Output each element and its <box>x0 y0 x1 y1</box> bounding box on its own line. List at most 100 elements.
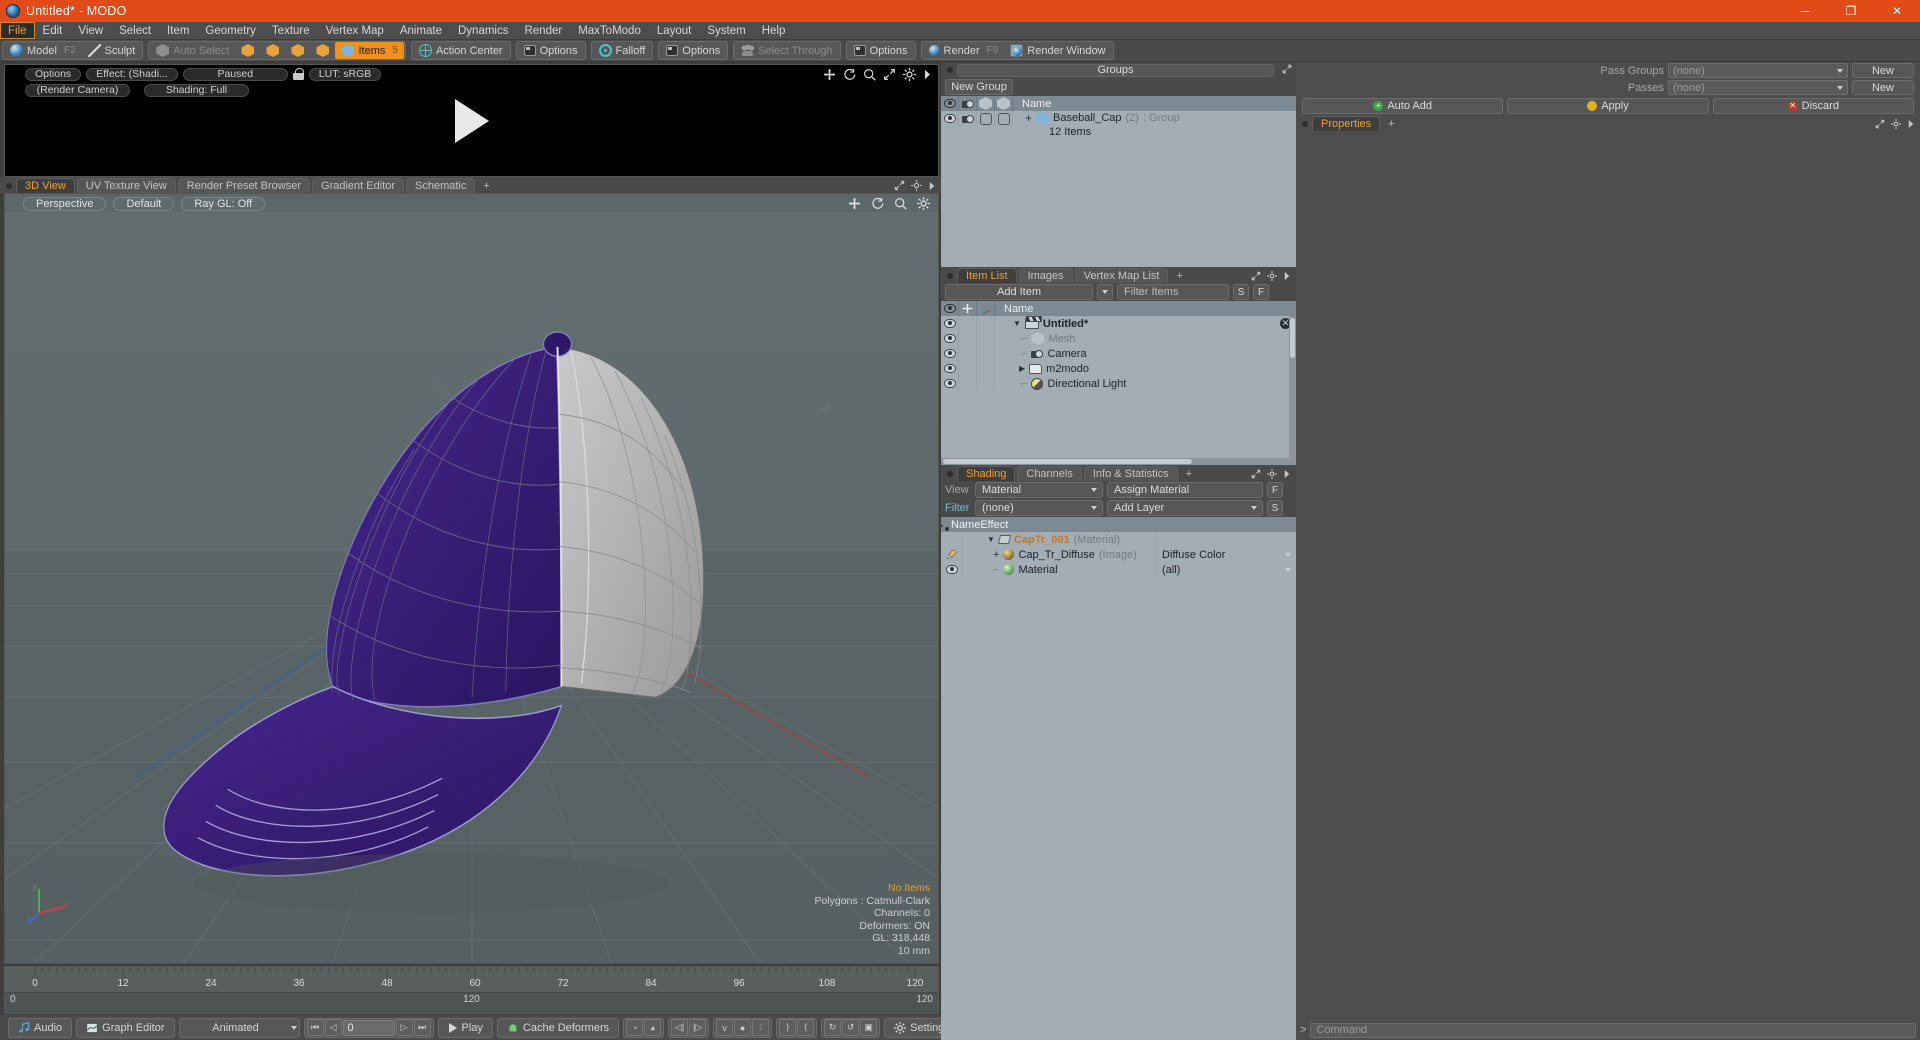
fit-icon[interactable] <box>883 68 896 81</box>
render-button[interactable]: Render F9 <box>923 42 1005 59</box>
row-visibility-toggle[interactable] <box>941 331 959 346</box>
menu-maxtomodo[interactable]: MaxToModo <box>570 22 649 39</box>
tab-uv-texture-view[interactable]: UV Texture View <box>76 178 176 193</box>
properties-chevron-icon[interactable] <box>1907 119 1915 129</box>
row-axis-cell[interactable] <box>977 346 995 361</box>
tab-add-button[interactable]: + <box>477 178 495 193</box>
lock-icon[interactable] <box>292 68 304 80</box>
item-key-icon[interactable]: ● <box>734 1019 752 1036</box>
menu-texture[interactable]: Texture <box>264 22 318 39</box>
item-list-hscrollbar[interactable] <box>941 458 1296 465</box>
groups-col-visibility[interactable] <box>941 96 959 111</box>
maximize-icon[interactable]: ❐ <box>1828 0 1874 22</box>
shading-f-button[interactable]: F <box>1267 482 1283 498</box>
filter-items-input[interactable]: Filter Items <box>1117 284 1229 300</box>
discard-button[interactable]: ✕ Discard <box>1712 97 1914 114</box>
menu-render[interactable]: Render <box>516 22 570 39</box>
new-pass-button[interactable]: New <box>1852 80 1914 95</box>
row-lock-cell[interactable] <box>959 316 977 331</box>
viewport-preset-button[interactable]: Default <box>113 197 175 211</box>
shading-add-tab[interactable]: + <box>1180 466 1198 481</box>
render-camera-button[interactable]: (Render Camera) <box>25 83 130 97</box>
sculpt-mode-button[interactable]: Sculpt <box>82 42 142 59</box>
row-vis-cell[interactable] <box>941 562 963 577</box>
key-next-icon[interactable]: |▷ <box>689 1019 707 1036</box>
cache-deformers-button[interactable]: Cache Deformers <box>500 1019 616 1037</box>
item-list-maximize-icon[interactable] <box>1251 271 1261 281</box>
graph-editor-button[interactable]: Graph Editor <box>79 1019 171 1037</box>
item-list-body[interactable]: ▼ Untitled* ✕ ⌐ Mesh ⌐ Camera ▶ m2modo ⌐… <box>941 316 1296 458</box>
fk-icon[interactable]: ◕ <box>644 1019 662 1036</box>
items-mode-button[interactable]: Items 5 <box>335 42 404 59</box>
row-expand-icon[interactable]: + <box>993 549 999 561</box>
table-row[interactable]: ▼ Untitled* ✕ <box>941 316 1296 331</box>
groups-col-render[interactable] <box>959 96 977 111</box>
row-lock-cell[interactable] <box>959 361 977 376</box>
tab-item-list[interactable]: Item List <box>957 268 1017 283</box>
row-collapse-icon[interactable]: ▼ <box>987 535 995 544</box>
tabbar-dot-icon[interactable] <box>6 183 12 189</box>
menu-select[interactable]: Select <box>111 22 159 39</box>
row-lock-cell[interactable] <box>959 346 977 361</box>
cycle-rev-icon[interactable]: ↺ <box>842 1019 860 1036</box>
cycle-icon[interactable]: ↻ <box>824 1019 842 1036</box>
properties-gear-icon[interactable] <box>1891 119 1901 129</box>
row-axis-cell[interactable] <box>977 376 995 391</box>
tab-images[interactable]: Images <box>1018 268 1073 283</box>
pass-groups-dropdown[interactable]: (none) <box>1668 63 1848 78</box>
vertex-mode-button[interactable] <box>235 42 260 59</box>
add-item-button[interactable]: Add Item <box>945 284 1093 300</box>
timeline-ruler[interactable]: 0 12 24 36 48 60 72 84 96 108 120 <box>5 967 938 993</box>
maximize-panel-icon[interactable] <box>894 180 905 191</box>
row-visibility-toggle[interactable] <box>941 361 959 376</box>
channel-key-icon[interactable]: ⦙ <box>752 1019 770 1036</box>
row-effect-cell[interactable]: (all) <box>1156 562 1296 577</box>
row-visibility-toggle[interactable] <box>941 111 959 126</box>
shading-dot-icon[interactable] <box>947 471 953 477</box>
menu-file[interactable]: File <box>0 22 35 39</box>
play-button[interactable]: Play <box>441 1019 490 1037</box>
row-lock-cell[interactable] <box>959 376 977 391</box>
zoom-icon[interactable] <box>863 68 876 81</box>
menu-system[interactable]: System <box>699 22 753 39</box>
item-list-dot-icon[interactable] <box>947 273 953 279</box>
item-list-gear-icon[interactable] <box>1267 271 1277 281</box>
play-overlay-icon[interactable] <box>454 98 489 143</box>
groups-row-baseball-cap[interactable]: + Baseball_Cap (2) : Group 12 Items <box>941 111 1296 138</box>
table-row[interactable]: ⌐ Mesh <box>941 331 1296 346</box>
falloff-options-button[interactable]: Options <box>660 42 726 59</box>
close-icon[interactable]: ✕ <box>1874 0 1920 22</box>
command-input[interactable]: Command <box>1310 1022 1916 1038</box>
tab-3d-view[interactable]: 3D View <box>16 178 75 193</box>
menu-geometry[interactable]: Geometry <box>197 22 264 39</box>
tab-properties[interactable]: Properties <box>1312 116 1381 131</box>
tab-render-preset-browser[interactable]: Render Preset Browser <box>177 178 311 193</box>
tab-gradient-editor[interactable]: Gradient Editor <box>312 178 404 193</box>
shading-chevron-icon[interactable] <box>1283 469 1291 479</box>
row-axis-cell[interactable] <box>977 316 995 331</box>
add-layer-dropdown[interactable]: Add Layer <box>1107 500 1263 516</box>
row-expand-icon[interactable]: ▶ <box>1019 364 1025 373</box>
falloff-button[interactable]: Falloff <box>593 42 652 59</box>
view-dropdown[interactable]: Material <box>975 482 1103 498</box>
render-window-button[interactable]: Render Window <box>1004 42 1111 59</box>
properties-add-tab[interactable]: + <box>1382 116 1400 131</box>
viewport-gear-icon[interactable] <box>917 197 930 210</box>
assign-material-button[interactable]: Assign Material <box>1107 482 1263 498</box>
polygon-mode-button[interactable] <box>285 42 310 59</box>
item-list-scrollbar[interactable] <box>1289 316 1296 458</box>
panel-chevron-icon[interactable] <box>928 181 936 191</box>
frame-number-field[interactable]: 0 <box>342 1019 395 1036</box>
row-visibility-toggle[interactable] <box>941 376 959 391</box>
row-axis-cell[interactable] <box>977 361 995 376</box>
table-row[interactable]: ⌐ Camera <box>941 346 1296 361</box>
viewport-projection-button[interactable]: Perspective <box>23 197 107 211</box>
viewport-zoom-icon[interactable] <box>894 197 907 210</box>
groups-col-shaded[interactable] <box>977 96 995 111</box>
shading-gear-icon[interactable] <box>1267 469 1277 479</box>
select-through-button[interactable]: Select Through <box>735 42 838 59</box>
animated-mode-dropdown[interactable]: Animated <box>182 1019 290 1037</box>
menu-animate[interactable]: Animate <box>392 22 450 39</box>
group-expander[interactable]: + <box>1025 111 1032 125</box>
new-group-button[interactable]: New Group <box>945 79 1013 95</box>
